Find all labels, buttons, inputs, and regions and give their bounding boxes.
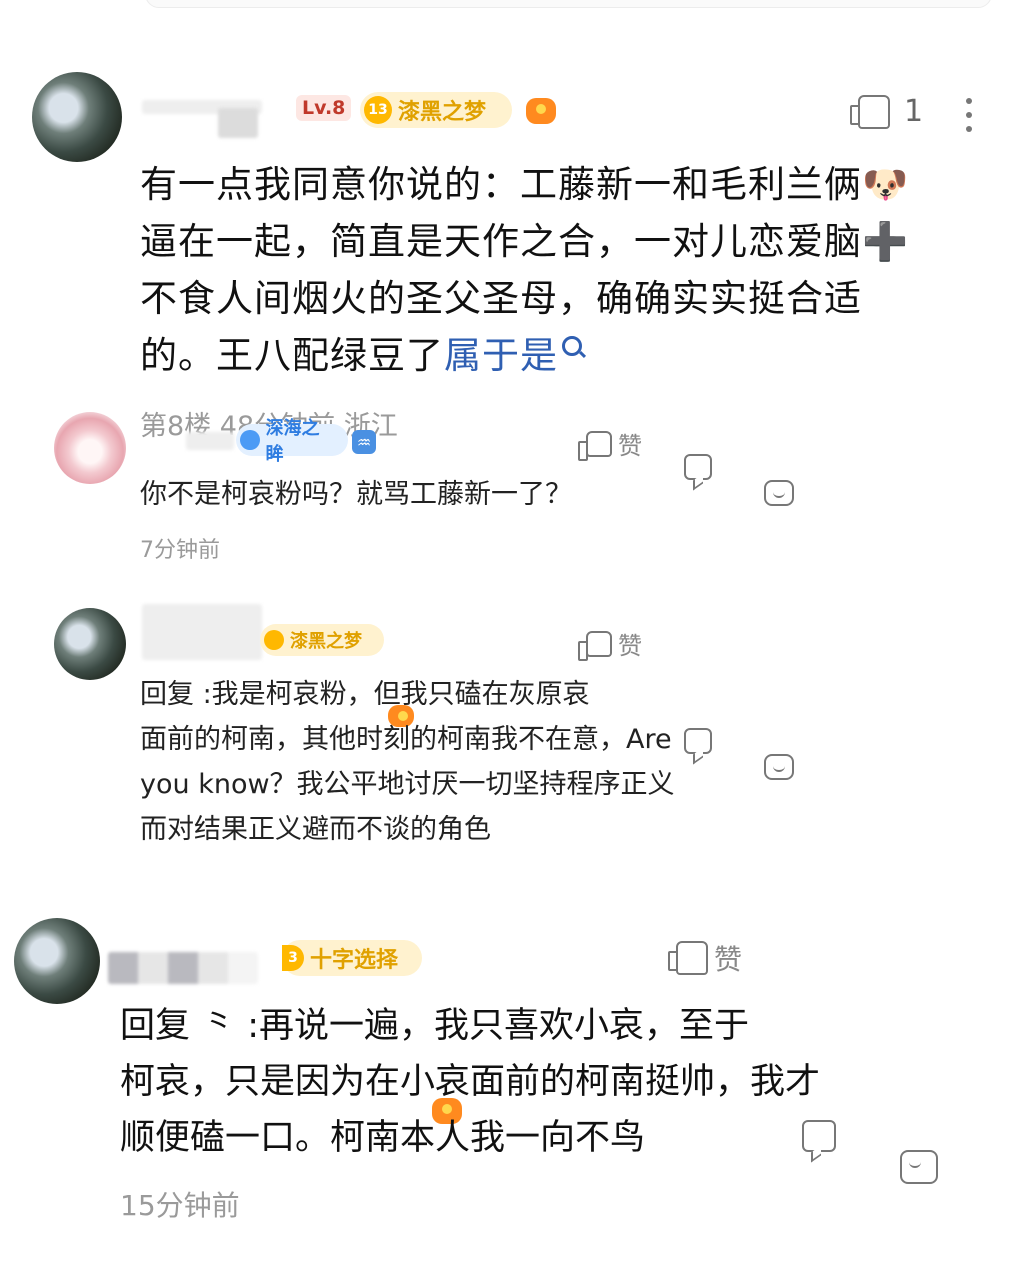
zodiac-icon: ♒ (352, 430, 376, 454)
reply-time: 7分钟前 (140, 538, 220, 563)
avatar[interactable] (32, 72, 122, 162)
username-redacted-block (218, 108, 258, 138)
more-icon[interactable] (966, 98, 972, 132)
game-icon (526, 98, 556, 124)
reply-body: 回复 ⺀ :再说一遍，我只喜欢小哀，至于 柯哀，只是因为在小哀面前的柯南挺帅，我… (120, 998, 980, 1166)
like-button[interactable]: 赞 (668, 938, 743, 978)
fan-badge-name: 漆黑之梦 (290, 631, 362, 652)
fan-badge[interactable]: 漆黑之梦 (260, 624, 384, 656)
reply-line: 柯哀，只是因为在小哀面前的柯南挺帅，我才 (120, 1062, 821, 1102)
like-button[interactable]: 赞 (578, 426, 642, 461)
reply-body: 回复 :我是柯哀粉，但我只磕在灰原哀 面前的柯南，其他时刻的柯南我不在意，Are… (140, 672, 820, 852)
username-redacted[interactable] (186, 432, 234, 450)
fan-badge-name: 漆黑之梦 (398, 100, 487, 125)
search-icon (562, 336, 582, 356)
fan-badge-name: 十字选择 (310, 948, 399, 973)
reply-line: 回复 ⺀ :再说一遍，我只喜欢小哀，至于 (120, 1006, 750, 1046)
comment-line: 逼在一起，简直是天作之合，一对儿恋爱脑➕ (140, 220, 910, 263)
fan-badge-level: 13 (364, 96, 392, 124)
comment-line: 不食人间烟火的圣父圣母，确确实实挺合适 (140, 277, 862, 320)
thumb-up-icon (578, 630, 612, 661)
reply-line: 而对结果正义避而不谈的角色 (140, 814, 491, 845)
reply-body: 你不是柯哀粉吗？就骂工藤新一了？ (140, 479, 572, 510)
fan-badge-level (264, 630, 284, 650)
fan-badge[interactable]: 深海之眸 (236, 418, 348, 465)
reply-line: 面前的柯南，其他时刻的柯南我不在意，Are (140, 724, 672, 755)
fan-badge[interactable]: 13 漆黑之梦 (360, 92, 512, 128)
comment-line: 有一点我同意你说的：工藤新一和毛利兰俩🐶 (140, 163, 910, 206)
thumb-up-icon (668, 941, 708, 975)
thumb-up-icon (578, 430, 612, 461)
reply-line: 顺便磕一口。柯南本人我一向不鸟 (120, 1118, 646, 1158)
fan-badge[interactable]: 3 十字选择 (282, 940, 422, 976)
comment-line: 的。王八配绿豆了 (140, 334, 444, 377)
username-redacted[interactable] (142, 604, 262, 660)
like-label: 赞 (618, 432, 642, 460)
like-label: 赞 (618, 632, 642, 660)
like-button[interactable]: 1 (848, 94, 923, 129)
level-badge: Lv.8 (296, 95, 352, 121)
username-redacted[interactable] (108, 952, 258, 984)
thumb-up-icon (850, 94, 890, 129)
like-button[interactable]: 赞 (578, 626, 642, 661)
previous-comment-frame (145, 0, 992, 8)
reply-line: you know？我公平地讨厌一切坚持程序正义 (140, 769, 675, 800)
reply-line: 回复 :我是柯哀粉，但我只磕在灰原哀 (140, 679, 590, 710)
avatar[interactable] (54, 412, 126, 484)
emoji-icon[interactable] (764, 480, 794, 506)
reply-time: 15分钟前 (120, 1189, 240, 1222)
comment-icon[interactable] (684, 454, 712, 480)
fan-badge-level: 3 (282, 945, 304, 971)
search-link[interactable]: 属于是 (444, 334, 558, 377)
fan-badge-name: 深海之眸 (265, 418, 320, 465)
avatar[interactable] (54, 608, 126, 680)
avatar[interactable] (14, 918, 100, 1004)
fan-badge-level (240, 430, 260, 450)
like-label: 赞 (714, 943, 743, 976)
like-count: 1 (904, 94, 924, 129)
comment-body: 有一点我同意你说的：工藤新一和毛利兰俩🐶 逼在一起，简直是天作之合，一对儿恋爱脑… (140, 156, 1000, 384)
